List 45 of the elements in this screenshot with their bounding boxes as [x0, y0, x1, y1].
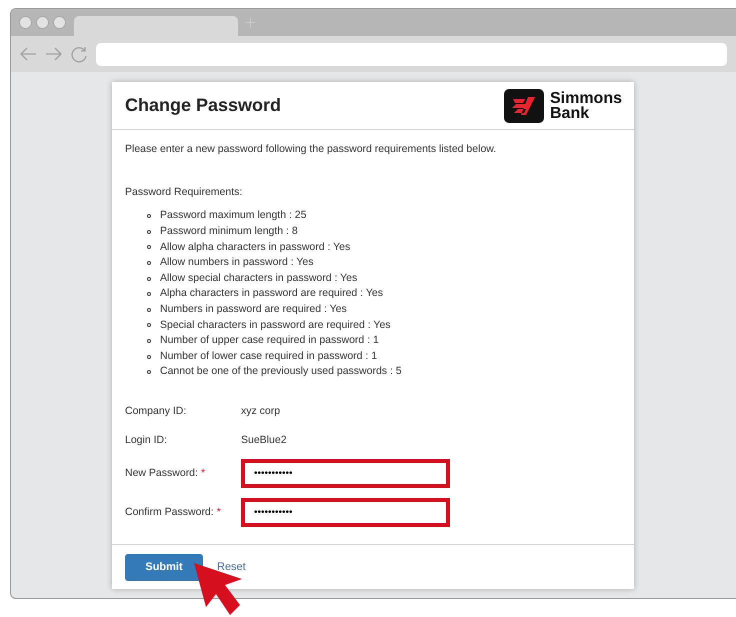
field-label: Company ID:	[125, 404, 188, 419]
requirement-text: Password minimum length : 8	[160, 224, 298, 240]
requirement-text: Allow alpha characters in password : Yes	[160, 240, 350, 255]
back-icon[interactable]	[19, 46, 37, 62]
reload-icon[interactable]	[71, 46, 88, 62]
bullet-icon	[147, 214, 151, 218]
bullet-icon	[147, 323, 151, 328]
required-mark: *	[200, 466, 206, 481]
bullet-icon	[147, 276, 151, 281]
required-mark: *	[216, 504, 221, 520]
bullet-icon	[147, 354, 151, 359]
field-label: Login ID:	[125, 432, 168, 448]
requirement-text: Allow special characters in password : Yes	[160, 270, 358, 286]
field-value: xyz corp	[241, 404, 280, 419]
requirement-text: Allow numbers in password : Yes	[160, 255, 314, 270]
field-value: SueBlue2	[241, 432, 287, 448]
password-field[interactable]: •••••••••••	[241, 459, 450, 488]
browser-tab[interactable]	[74, 16, 238, 36]
cursor-icon	[192, 561, 244, 617]
bullet-icon	[147, 370, 151, 374]
logo-text: Bank	[550, 106, 590, 120]
requirement-text: Number of lower case required in password : 1	[160, 348, 378, 364]
requirement-text: Special characters in password are required : Yes	[160, 318, 391, 333]
intro-text: Please enter a new password following the password requirements listed below.	[125, 142, 498, 157]
password-field[interactable]: •••••••••••	[241, 498, 450, 528]
requirement-text: Number of upper case required in password : 1	[160, 333, 379, 348]
bullet-icon	[147, 339, 151, 344]
bullet-icon	[147, 230, 151, 234]
requirement-text: Password maximum length : 25	[160, 208, 306, 224]
section-heading: Password Requirements:	[125, 184, 244, 200]
logo-icon	[504, 88, 544, 122]
bullet-icon	[147, 308, 151, 312]
forward-icon[interactable]	[45, 46, 63, 62]
address-bar[interactable]	[96, 42, 727, 66]
bullet-icon	[147, 245, 151, 250]
dialog-title: Change Password	[125, 94, 282, 117]
submit-button[interactable]: Submit	[125, 554, 203, 580]
field-label: Confirm Password:	[125, 504, 214, 520]
logo-text: Simmons	[550, 90, 622, 106]
field-label: New Password:	[125, 466, 198, 481]
requirement-text: Numbers in password are required : Yes	[160, 302, 347, 317]
bullet-icon	[147, 292, 151, 296]
requirement-text: Cannot be one of the previously used passwords : 5	[160, 364, 402, 380]
requirement-text: Alpha characters in password are required : Yes	[160, 286, 383, 302]
bullet-icon	[147, 261, 151, 266]
